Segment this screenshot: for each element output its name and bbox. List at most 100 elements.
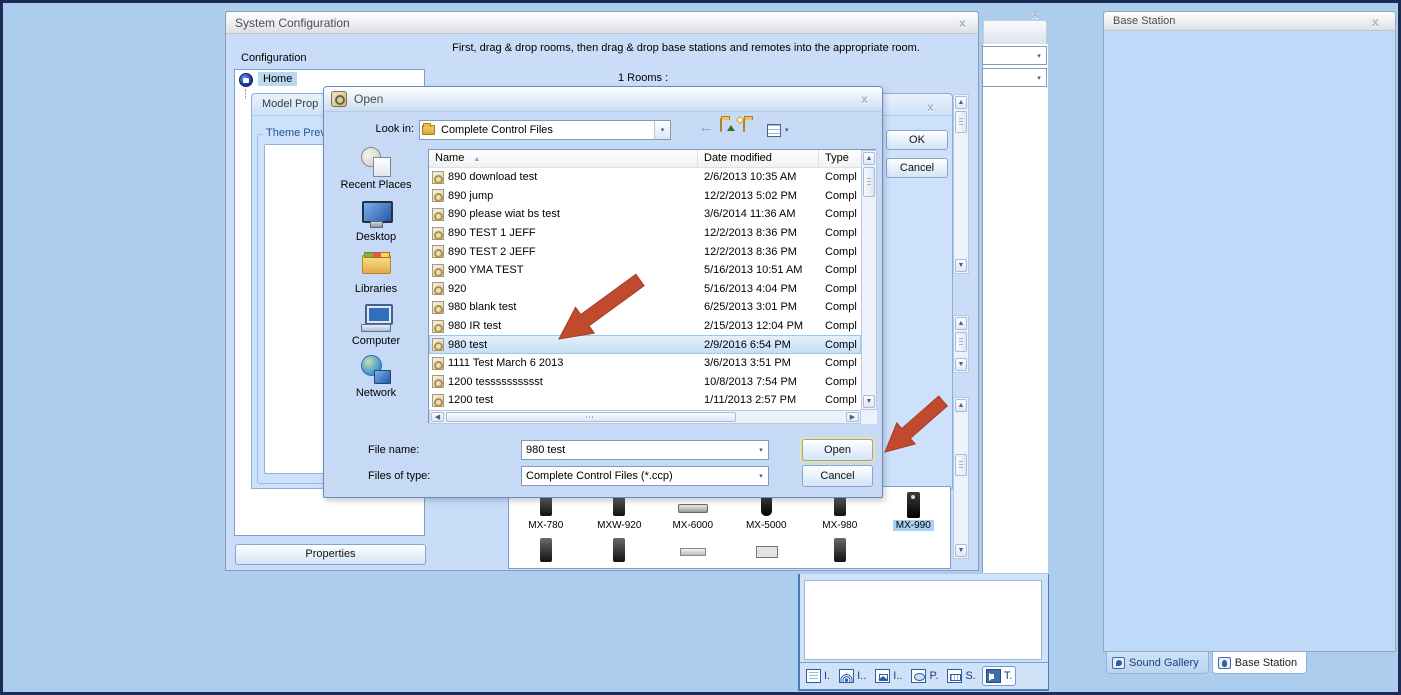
scroll-left-icon[interactable]: ◀ <box>431 412 444 422</box>
scroll-down-icon[interactable]: ▼ <box>955 544 967 557</box>
file-row[interactable]: 980 IR test 2/15/2013 12:04 PM Compl <box>429 317 861 336</box>
close-icon[interactable]: x <box>927 101 934 113</box>
file-row[interactable]: 1200 test 1/11/2013 2:57 PM Compl <box>429 391 861 410</box>
view-menu-icon[interactable]: ▾ <box>767 121 793 139</box>
look-in-combobox[interactable]: Complete Control Files ▾ <box>419 120 671 140</box>
remote-model-item[interactable] <box>730 538 804 568</box>
close-icon[interactable]: x <box>1032 8 1039 20</box>
remote-model-item[interactable]: MX-990 <box>877 492 951 531</box>
ok-button[interactable]: OK <box>886 130 948 150</box>
place-item[interactable]: Desktop <box>328 197 424 249</box>
files-of-type-combobox[interactable]: Complete Control Files (*.ccp) ▾ <box>521 466 769 486</box>
cancel-button[interactable]: Cancel <box>886 158 948 178</box>
scroll-down-icon[interactable]: ▼ <box>955 358 967 371</box>
panel-tab[interactable]: Sound Gallery <box>1106 652 1209 674</box>
column-header-type[interactable]: Type <box>819 150 861 168</box>
file-date-modified: 12/2/2013 8:36 PM <box>704 227 797 240</box>
gallery-tab[interactable]: T. <box>981 666 1017 686</box>
file-type: Compl <box>825 357 857 370</box>
scroll-up-icon[interactable]: ▲ <box>955 317 967 330</box>
close-icon[interactable]: x <box>959 17 966 29</box>
gallery-tab[interactable]: I. <box>803 667 833 685</box>
chevron-down-icon[interactable]: ▾ <box>1032 69 1046 86</box>
place-label: Recent Places <box>340 179 412 191</box>
scroll-up-icon[interactable]: ▲ <box>863 152 875 165</box>
ccp-file-icon <box>432 226 444 240</box>
gallery-tab[interactable]: P. <box>908 667 941 685</box>
file-row[interactable]: 980 test 2/9/2016 6:54 PM Compl <box>429 335 861 354</box>
file-row[interactable]: 890 TEST 1 JEFF 12/2/2013 8:36 PM Compl <box>429 224 861 243</box>
back-icon[interactable]: ← <box>696 120 716 138</box>
scrollbar-vertical[interactable]: ▲ ▼ <box>953 94 969 274</box>
tree-item-home[interactable]: Home <box>258 72 298 86</box>
file-name: 920 <box>448 282 467 295</box>
scrollbar-vertical[interactable]: ▲ ▼ <box>953 397 969 559</box>
places-sidebar: Recent Places Desktop Libraries Computer <box>328 145 424 405</box>
file-row[interactable]: 890 please wiat bs test 3/6/2014 11:36 A… <box>429 205 861 224</box>
properties-button[interactable]: Properties <box>235 544 426 565</box>
place-label: Libraries <box>354 283 398 295</box>
ccp-file-icon <box>432 207 444 221</box>
file-date-modified: 10/8/2013 7:54 PM <box>704 375 797 388</box>
scrollbar-thumb[interactable] <box>446 412 736 422</box>
place-item[interactable]: Computer <box>328 301 424 353</box>
file-row[interactable]: 890 jump 12/2/2013 5:02 PM Compl <box>429 187 861 206</box>
gallery-tab[interactable]: I.. <box>872 667 905 685</box>
scroll-up-icon[interactable]: ▲ <box>955 96 967 109</box>
chevron-down-icon[interactable]: ▾ <box>781 121 793 139</box>
open-button[interactable]: Open <box>802 439 873 461</box>
scroll-down-icon[interactable]: ▼ <box>955 259 967 272</box>
remote-model-item[interactable] <box>803 538 877 568</box>
gallery-tab[interactable]: S. <box>944 667 978 685</box>
close-icon[interactable]: x <box>1372 16 1379 28</box>
base-station-titlebar[interactable]: Base Station x <box>1104 12 1395 31</box>
background-combobox[interactable]: ▾ <box>982 68 1047 87</box>
close-icon[interactable]: x <box>861 93 868 105</box>
place-item[interactable]: Libraries <box>328 249 424 301</box>
file-row[interactable]: 890 TEST 2 JEFF 12/2/2013 8:36 PM Compl <box>429 242 861 261</box>
scrollbar-thumb[interactable] <box>955 332 967 352</box>
scrollbar-thumb[interactable] <box>955 111 967 133</box>
chevron-down-icon[interactable]: ▾ <box>754 467 768 485</box>
system-configuration-titlebar[interactable]: System Configuration x <box>226 12 978 34</box>
new-folder-icon[interactable] <box>743 118 763 137</box>
file-row[interactable]: 980 blank test 6/25/2013 3:01 PM Compl <box>429 298 861 317</box>
scrollbar-vertical[interactable]: ▲ ▼ <box>953 315 969 373</box>
scroll-up-icon[interactable]: ▲ <box>955 399 967 412</box>
background-panel <box>804 580 1042 660</box>
column-header-name[interactable]: Name ▲ <box>429 150 698 168</box>
files-of-type-label: Files of type: <box>368 470 431 482</box>
open-dialog-titlebar[interactable]: Open x <box>324 87 882 112</box>
column-header-date-modified[interactable]: Date modified <box>698 150 819 168</box>
remote-model-gallery: MX-780 MXW-920 MX-6000 MX-5000 MX-980 MX… <box>508 486 951 569</box>
gallery-tab-label: T. <box>1003 670 1013 682</box>
scroll-down-icon[interactable]: ▼ <box>863 395 875 408</box>
panel-tab[interactable]: Base Station <box>1211 652 1308 674</box>
remote-model-item[interactable] <box>656 538 730 568</box>
file-row[interactable]: 1111 Test March 6 2013 3/6/2013 3:51 PM … <box>429 354 861 373</box>
scrollbar-thumb[interactable] <box>863 167 875 197</box>
chevron-down-icon[interactable]: ▾ <box>754 441 768 459</box>
scroll-right-icon[interactable]: ▶ <box>846 412 859 422</box>
gallery-tab[interactable]: I.. <box>836 667 869 685</box>
file-row[interactable]: 890 download test 2/6/2013 10:35 AM Comp… <box>429 168 861 187</box>
place-icon <box>359 145 393 178</box>
gallery-tab-strip: I. I.. I.. P. S. T. <box>800 662 1048 689</box>
file-list-horizontal-scrollbar[interactable]: ◀ ▶ <box>429 410 861 424</box>
scrollbar-thumb[interactable] <box>955 454 967 476</box>
chevron-down-icon[interactable]: ▾ <box>1032 47 1046 64</box>
place-item[interactable]: Recent Places <box>328 145 424 197</box>
file-list-vertical-scrollbar[interactable]: ▲ ▼ <box>861 150 877 410</box>
remote-model-item[interactable] <box>583 538 657 568</box>
file-row[interactable]: 900 YMA TEST 5/16/2013 10:51 AM Compl <box>429 261 861 280</box>
background-combobox[interactable]: ▾ <box>982 46 1047 65</box>
remote-model-label: MX-980 <box>822 520 858 531</box>
chevron-down-icon[interactable]: ▾ <box>654 121 670 139</box>
file-row[interactable]: 920 5/16/2013 4:04 PM Compl <box>429 280 861 299</box>
tree-branch-line <box>245 89 246 99</box>
file-name-combobox[interactable]: 980 test ▾ <box>521 440 769 460</box>
file-row[interactable]: 1200 tesssssssssst 10/8/2013 7:54 PM Com… <box>429 373 861 392</box>
place-item[interactable]: Network <box>328 353 424 405</box>
cancel-button[interactable]: Cancel <box>802 465 873 487</box>
remote-model-item[interactable] <box>509 538 583 568</box>
